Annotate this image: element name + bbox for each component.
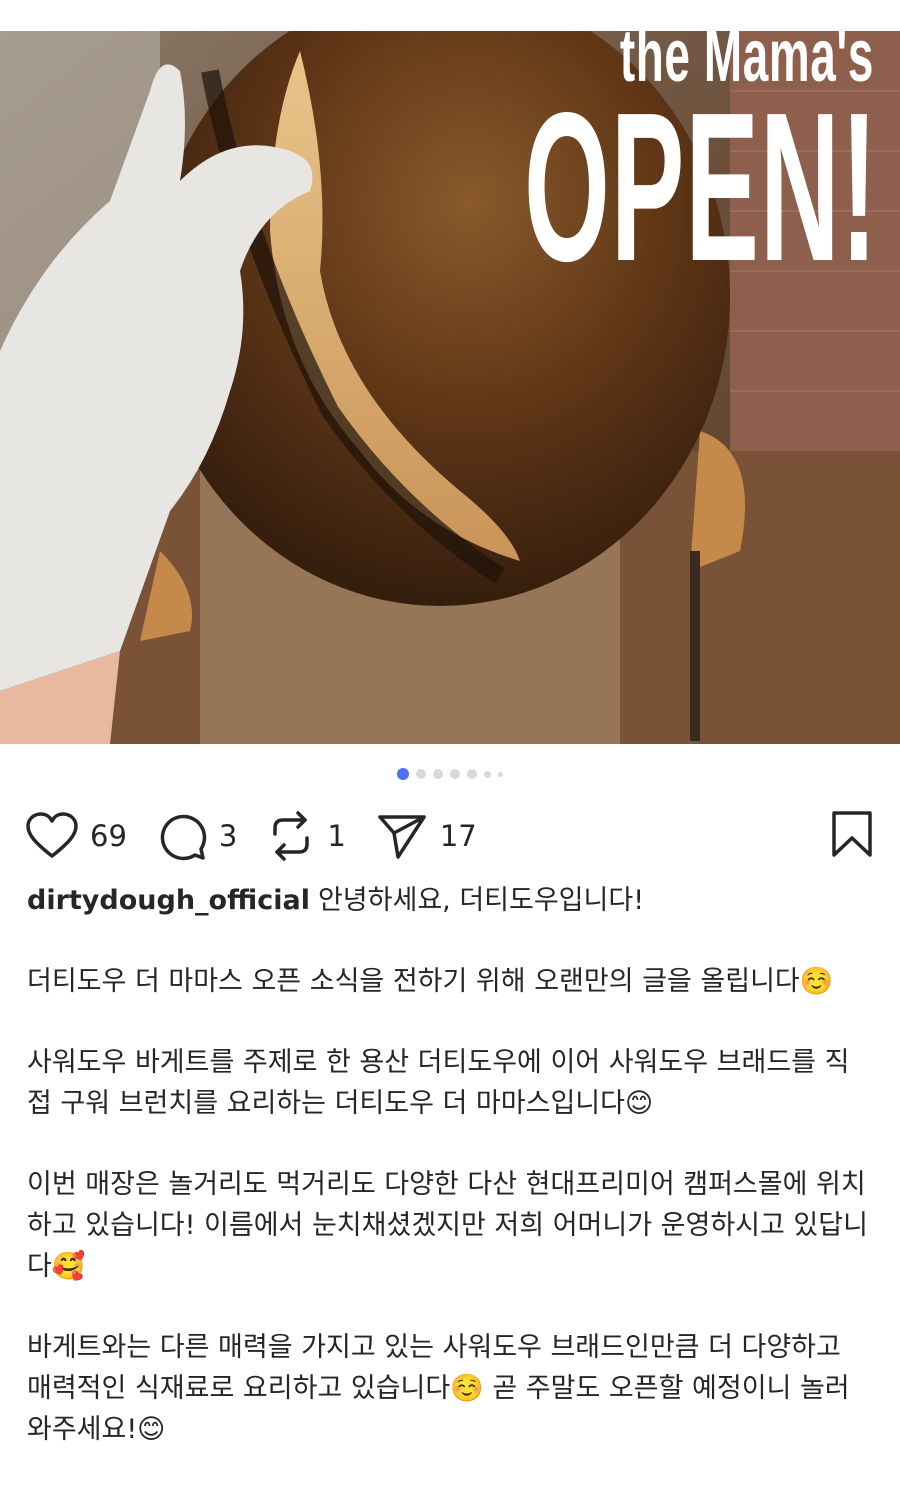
- action-bar: 69 3 1 17: [0, 804, 900, 868]
- caption-paragraph: 사워도우 바게트를 주제로 한 용산 더티도우에 이어 사워도우 브래드를 직접…: [27, 1047, 850, 1119]
- share-icon: [378, 815, 426, 859]
- caption-paragraph: 더티도우 더 마마스 오픈 소식을 전하기 위해 오랜만의 글을 올립니다☺️: [27, 966, 834, 997]
- overlay-title: OPEN!: [523, 68, 878, 305]
- comment-button[interactable]: 3: [157, 811, 237, 861]
- top-bar: [0, 0, 900, 31]
- like-count: 69: [90, 819, 127, 853]
- carousel-dot[interactable]: [467, 769, 477, 779]
- carousel-dot[interactable]: [416, 769, 426, 779]
- carousel-dot[interactable]: [433, 769, 443, 779]
- repost-icon: [273, 811, 310, 861]
- caption-paragraph: dirtydough_official 안녕하세요, 더티도우입니다!: [27, 880, 872, 921]
- carousel-dot[interactable]: [484, 770, 491, 778]
- carousel-indicator: [0, 744, 900, 804]
- carousel-dot-active[interactable]: [397, 768, 409, 780]
- repost-count: 1: [327, 819, 346, 853]
- carousel-dot[interactable]: [450, 769, 460, 779]
- like-button[interactable]: 69: [26, 812, 127, 860]
- caption-paragraph: 바게트와는 다른 매력을 가지고 있는 사워도우 브래드인만큼 더 다양하고 매…: [27, 1332, 850, 1445]
- comment-count: 3: [218, 819, 238, 853]
- share-count: 17: [439, 819, 477, 853]
- post-image[interactable]: the Mama's OPEN!: [0, 31, 900, 744]
- carousel-dot[interactable]: [498, 771, 503, 777]
- bookmark-icon: [832, 811, 872, 857]
- post-caption: dirtydough_official 안녕하세요, 더티도우입니다! 더티도우 …: [0, 868, 900, 1450]
- username-link[interactable]: dirtydough_official: [27, 885, 310, 916]
- repost-button[interactable]: 1: [267, 810, 346, 862]
- heart-icon: [26, 812, 78, 858]
- share-button[interactable]: 17: [376, 811, 477, 861]
- caption-paragraph: 이번 매장은 놀거리도 먹거리도 다양한 다산 현대프리미어 캠퍼스몰에 위치하…: [27, 1169, 868, 1282]
- comment-icon: [160, 814, 207, 861]
- save-button[interactable]: [830, 810, 874, 862]
- caption-text: 안녕하세요, 더티도우입니다!: [317, 885, 645, 916]
